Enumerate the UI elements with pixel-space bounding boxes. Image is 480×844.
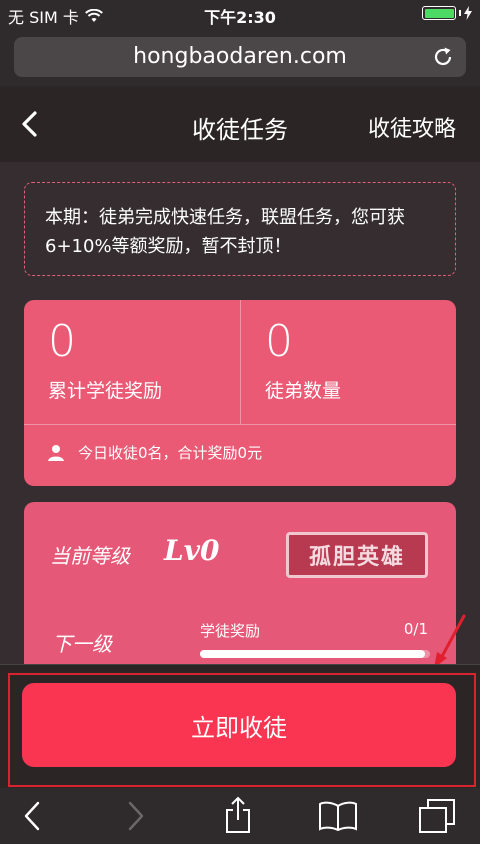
share-icon[interactable] [224,796,252,834]
promo-notice: 本期：徒弟完成快速任务，联盟任务，您可获6+10%等额奖励，暂不封顶！ [24,182,456,276]
level-card: 当前等级 Lv0 孤胆英雄 下一级 学徒奖励 0/1 [24,502,456,664]
reload-icon[interactable] [432,46,454,68]
browser-toolbar [0,788,480,844]
apprentice-count-stat: 0 徒弟数量 [240,300,456,424]
address-bar[interactable]: hongbaodaren.com [14,37,466,77]
footer-bar: 立即收徒 [0,664,480,788]
level-title-text: 孤胆英雄 [308,545,405,570]
browser-forward-icon[interactable] [126,800,146,832]
progress-bar [200,650,430,658]
browser-address-area: hongbaodaren.com [0,28,480,86]
today-summary: 今日收徒0名，合计奖励0元 [48,442,262,463]
today-summary-text: 今日收徒0名，合计奖励0元 [78,444,263,462]
stats-card: 0 累计学徒奖励 0 徒弟数量 今日收徒0名，合计奖励0元 [24,300,456,486]
page-header: 收徒任务 收徒攻略 [0,86,480,162]
next-level-label: 下一级 [52,632,112,656]
user-icon [48,444,64,461]
battery-icon [422,6,472,20]
total-reward-label: 累计学徒奖励 [48,380,163,402]
status-time: 下午2:30 [204,8,276,27]
total-reward-value: 0 [48,316,76,367]
level-title-badge: 孤胆英雄 [286,532,428,578]
current-level-value: Lv0 [164,534,220,567]
status-bar: 无 SIM 卡 下午2:30 [0,0,480,28]
browser-back-icon[interactable] [22,800,42,832]
stats-divider [24,424,456,425]
total-reward-stat: 0 累计学徒奖励 [24,300,240,424]
tabs-icon[interactable] [418,798,456,834]
progress-bar-fill [200,650,426,658]
charging-icon [464,6,472,20]
recruit-now-button[interactable]: 立即收徒 [22,683,456,767]
progress-count: 0/1 [403,620,428,638]
apprentice-count-value: 0 [265,316,293,367]
apprentice-count-label: 徒弟数量 [265,380,342,402]
guide-link[interactable]: 收徒攻略 [368,111,456,143]
url-text: hongbaodaren.com [133,44,347,69]
promo-notice-text: 本期：徒弟完成快速任务，联盟任务，您可获6+10%等额奖励，暂不封顶！ [45,207,405,257]
annotation-arrow-icon [434,614,466,668]
bookmarks-icon[interactable] [318,800,358,832]
main-content[interactable]: 本期：徒弟完成快速任务，联盟任务，您可获6+10%等额奖励，暂不封顶！ 0 累计… [0,162,480,664]
current-level-label: 当前等级 [50,544,130,568]
progress-label: 学徒奖励 [200,622,261,640]
